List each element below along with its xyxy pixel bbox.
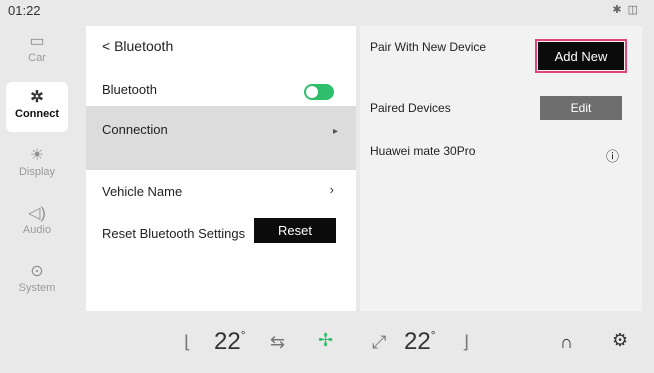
sidebar: ▭ Car ✲ Connect ☀ Display ◁) Audio ⊙ Sys… xyxy=(0,26,76,316)
brightness-icon: ☀ xyxy=(29,147,45,164)
car-icon: ▭ xyxy=(29,33,45,50)
air-recirculation-icon[interactable]: ⇆ xyxy=(270,332,285,353)
sidebar-item-car[interactable]: ▭ Car xyxy=(6,26,68,76)
clock: 01:22 xyxy=(8,3,41,18)
bluetooth-settings-panel: < Bluetooth Bluetooth Connection ▸ Vehic… xyxy=(86,26,356,311)
paired-device-name[interactable]: Huawei mate 30Pro xyxy=(370,144,475,158)
sidebar-item-label: Connect xyxy=(15,108,59,120)
bluetooth-toggle[interactable] xyxy=(304,84,334,100)
seat-heat-right-icon[interactable]: ⌋ xyxy=(462,332,469,353)
degree-symbol: ° xyxy=(430,328,436,342)
edit-button[interactable]: Edit xyxy=(540,96,622,120)
status-bar: 01:22 ✱◫ xyxy=(0,0,654,22)
sidebar-item-system[interactable]: ⊙ System xyxy=(6,256,68,306)
sidebar-item-label: System xyxy=(18,282,56,294)
vehicle-name-label: Vehicle Name xyxy=(102,184,183,199)
system-icon: ⊙ xyxy=(30,263,44,280)
speaker-icon: ◁) xyxy=(28,205,46,222)
sidebar-item-connect[interactable]: ✲ Connect xyxy=(6,82,68,132)
paired-devices-label: Paired Devices xyxy=(370,101,451,115)
reset-button[interactable]: Reset xyxy=(254,218,336,243)
sidebar-item-display[interactable]: ☀ Display xyxy=(6,140,68,190)
headrest-icon[interactable]: ∩ xyxy=(560,332,573,353)
driver-temperature-value: 22 xyxy=(214,328,241,355)
sidebar-item-label: Audio xyxy=(22,224,52,236)
chevron-right-icon: ▸ xyxy=(332,126,338,137)
bluetooth-status-icon: ✱ xyxy=(612,4,628,16)
passenger-temperature-value: 22 xyxy=(404,328,431,355)
add-new-button[interactable]: Add New xyxy=(535,39,627,73)
vehicle-name-row[interactable]: Vehicle Name › xyxy=(86,176,356,206)
seat-heat-left-icon[interactable]: ⌊ xyxy=(184,332,191,353)
back-button[interactable]: < Bluetooth xyxy=(102,38,173,54)
connection-label: Connection xyxy=(102,122,168,137)
fan-icon[interactable]: ✢ xyxy=(318,330,333,351)
status-icons: ✱◫ xyxy=(612,3,644,16)
signal-status-icon: ◫ xyxy=(627,4,644,16)
chevron-right-icon: › xyxy=(329,182,334,197)
degree-symbol: ° xyxy=(240,328,246,342)
info-icon[interactable]: ⓘ xyxy=(606,146,619,165)
sidebar-item-label: Display xyxy=(18,166,56,178)
gear-icon[interactable]: ⚙ xyxy=(612,330,628,351)
devices-panel: Pair With New Device Add New Paired Devi… xyxy=(360,26,642,311)
sidebar-item-audio[interactable]: ◁) Audio xyxy=(6,198,68,248)
bluetooth-row: Bluetooth xyxy=(86,76,356,106)
sidebar-item-label: Car xyxy=(28,52,46,64)
reset-row: Reset Bluetooth Settings Reset xyxy=(86,218,356,248)
climate-bar: ⌊ 22° ⇆ ✢ ⤢ 22° ⌋ ∩ ⚙ xyxy=(0,318,654,373)
bluetooth-label: Bluetooth xyxy=(102,82,157,97)
passenger-temperature[interactable]: 22° xyxy=(404,328,436,356)
reset-label: Reset Bluetooth Settings xyxy=(102,226,246,241)
connect-icon: ✲ xyxy=(30,89,44,106)
driver-temperature[interactable]: 22° xyxy=(214,328,246,356)
pair-new-device-label: Pair With New Device xyxy=(370,40,487,54)
airflow-icon[interactable]: ⤢ xyxy=(372,332,386,353)
connection-row[interactable]: Connection ▸ xyxy=(86,106,356,170)
